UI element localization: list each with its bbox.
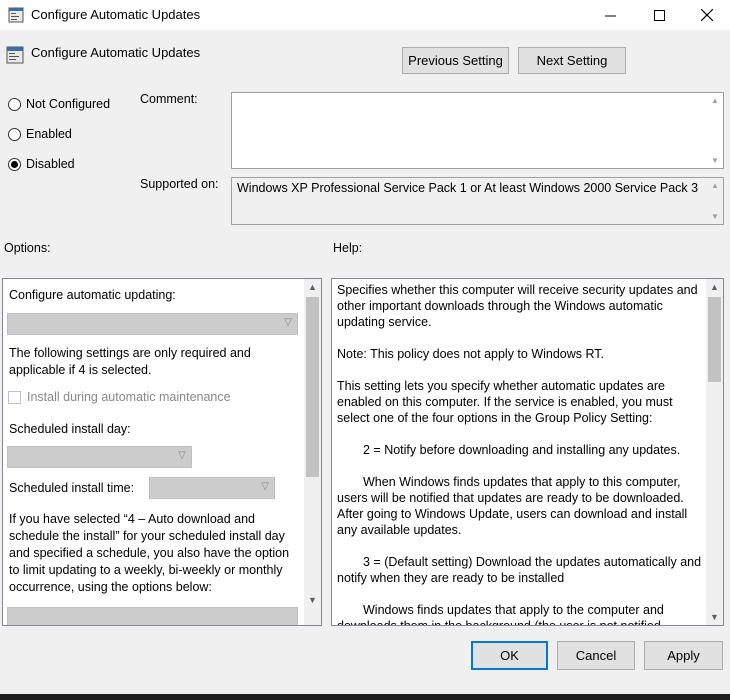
maintenance-label: Install during automatic maintenance <box>27 390 231 404</box>
options-pane[interactable]: Configure automatic updating: ▽ The foll… <box>2 278 322 626</box>
policy-title: Configure Automatic Updates <box>31 45 201 60</box>
supported-on-value: Windows XP Professional Service Pack 1 o… <box>237 181 699 195</box>
comment-label: Comment: <box>140 92 198 106</box>
help-paragraph: 2 = Notify before downloading and instal… <box>363 443 681 457</box>
supported-on-label: Supported on: <box>140 177 219 191</box>
disabled-label: Disabled <box>26 157 75 171</box>
taskbar-edge <box>0 694 730 700</box>
close-icon <box>701 9 713 21</box>
scroll-down-icon[interactable]: ▼ <box>706 612 723 622</box>
minimize-icon <box>604 15 616 16</box>
install-day-label: Scheduled install day: <box>9 422 131 436</box>
options-label: Options: <box>4 241 51 255</box>
title-bar: Configure Automatic Updates <box>0 0 730 30</box>
disabled-option[interactable]: Disabled <box>8 157 75 171</box>
enabled-label: Enabled <box>26 127 72 141</box>
policy-setting-icon <box>6 46 24 64</box>
help-pane: Specifies whether this computer will rec… <box>331 278 724 626</box>
comment-scroll-down-icon[interactable]: ▼ <box>709 156 721 165</box>
help-paragraph: Specifies whether this computer will rec… <box>337 283 698 329</box>
supported-on-field: Windows XP Professional Service Pack 1 o… <box>231 177 724 225</box>
window-title: Configure Automatic Updates <box>31 7 201 22</box>
chevron-down-icon: ▽ <box>178 450 186 461</box>
maintenance-checkbox[interactable] <box>8 391 21 404</box>
help-scroll-thumb[interactable] <box>708 297 721 382</box>
install-day-dropdown[interactable]: ▽ <box>7 446 192 468</box>
ok-button[interactable]: OK <box>471 641 548 670</box>
not-configured-radio[interactable] <box>8 97 21 111</box>
enabled-option[interactable]: Enabled <box>8 127 72 141</box>
not-configured-label: Not Configured <box>26 97 111 111</box>
help-paragraph: 3 = (Default setting) Download the updat… <box>337 555 702 585</box>
maximize-icon <box>653 9 665 21</box>
comment-field[interactable]: ▲ ▼ <box>231 92 724 169</box>
apply-button[interactable]: Apply <box>644 641 723 670</box>
supported-scroll-down-icon[interactable]: ▼ <box>709 212 721 221</box>
help-paragraph: When Windows finds updates that apply to… <box>337 475 688 537</box>
install-time-dropdown[interactable]: ▽ <box>149 477 275 499</box>
configure-updating-dropdown[interactable]: ▽ <box>7 313 298 335</box>
not-configured-option[interactable]: Not Configured <box>8 97 110 111</box>
chevron-down-icon: ▽ <box>261 481 269 492</box>
options-scroll-thumb[interactable] <box>306 297 319 477</box>
chevron-down-icon: ▽ <box>284 317 292 328</box>
comment-scroll-up-icon[interactable]: ▲ <box>709 96 721 105</box>
help-paragraph: This setting lets you specify whether au… <box>337 379 673 425</box>
help-text: Specifies whether this computer will rec… <box>337 282 705 626</box>
maximize-button[interactable] <box>636 0 682 30</box>
enabled-radio[interactable] <box>8 127 21 141</box>
help-label: Help: <box>333 241 363 255</box>
maintenance-checkbox-row[interactable]: Install during automatic maintenance <box>8 389 231 406</box>
occurrence-dropdown[interactable] <box>7 607 298 625</box>
close-button[interactable] <box>684 0 730 30</box>
scroll-up-icon[interactable]: ▲ <box>304 282 321 292</box>
cancel-button[interactable]: Cancel <box>557 641 635 670</box>
next-setting-button[interactable]: Next Setting <box>518 47 626 74</box>
scroll-up-icon[interactable]: ▲ <box>706 282 723 292</box>
help-scrollbar[interactable]: ▲ ▼ <box>706 279 723 625</box>
configure-updating-label: Configure automatic updating: <box>9 288 176 302</box>
help-paragraph: Note: This policy does not apply to Wind… <box>337 347 605 361</box>
help-paragraph: Windows finds updates that apply to the … <box>337 603 664 626</box>
disabled-radio[interactable] <box>8 157 21 171</box>
settings-note: The following settings are only required… <box>9 346 251 377</box>
policy-icon <box>8 7 24 23</box>
scroll-down-icon[interactable]: ▼ <box>304 595 321 605</box>
schedule-note: If you have selected “4 – Auto download … <box>9 512 290 594</box>
options-scrollbar[interactable]: ▲ ▼ <box>304 279 321 625</box>
previous-setting-button[interactable]: Previous Setting <box>402 47 509 74</box>
minimize-button[interactable] <box>587 0 633 30</box>
supported-scroll-up-icon[interactable]: ▲ <box>709 181 721 190</box>
install-time-label: Scheduled install time: <box>9 481 135 495</box>
